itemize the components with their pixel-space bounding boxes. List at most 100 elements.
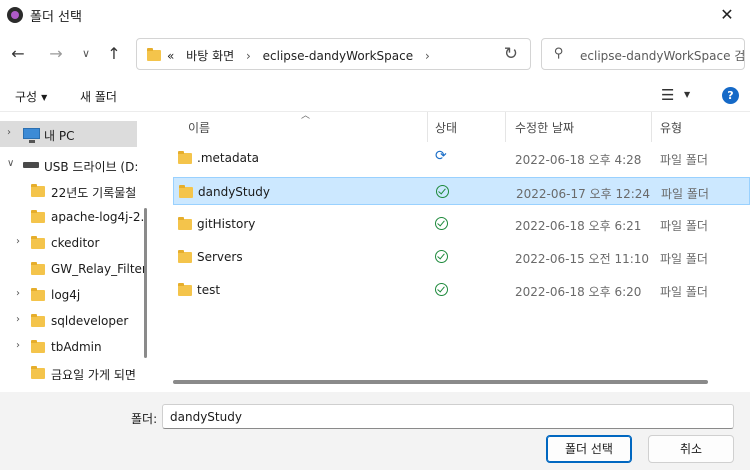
title-bar: 폴더 선택 ✕ (0, 0, 750, 30)
file-name: gitHistory (197, 217, 256, 231)
file-type: 파일 폴더 (660, 153, 708, 167)
organize-menu-button[interactable]: 구성 ▼ (15, 88, 47, 105)
breadcrumb: « 바탕 화면 › eclipse-dandyWorkSpace › (167, 47, 438, 64)
chevron-right-icon[interactable]: › (7, 127, 11, 138)
breadcrumb-separator-icon[interactable]: › (425, 49, 430, 63)
search-placeholder: eclipse-dandyWorkSpace 검... (580, 49, 745, 63)
chevron-right-icon[interactable]: › (16, 340, 20, 351)
file-type: 파일 폴더 (661, 187, 709, 201)
folder-field-label: 폴더: (131, 412, 158, 426)
help-icon[interactable]: ? (722, 87, 739, 104)
file-name: .metadata (197, 151, 259, 165)
forward-arrow-icon[interactable]: → (44, 42, 68, 66)
table-row-selected[interactable]: dandyStudy 2022-06-17 오후 12:24 파일 폴더 (173, 177, 750, 205)
breadcrumb-desktop[interactable]: 바탕 화면 (186, 49, 234, 63)
search-icon: ⚲ (554, 46, 564, 61)
tree-item-label: 22년도 기록물철 (51, 186, 137, 200)
synced-check-icon (435, 283, 448, 296)
caret-down-icon: ▼ (41, 93, 48, 102)
folder-icon (178, 283, 192, 296)
refresh-icon[interactable]: ↻ (504, 44, 518, 64)
chevron-right-icon[interactable]: › (16, 236, 20, 247)
tree-item-label: apache-log4j-2. (51, 210, 145, 224)
sync-status-icon: ⟳ (435, 148, 447, 164)
window-title: 폴더 선택 (30, 10, 82, 25)
caret-down-icon[interactable]: ▼ (684, 90, 690, 99)
file-name: dandyStudy (198, 185, 270, 199)
tree-item-usb-drive[interactable]: ∨ USB 드라이브 (D: (0, 152, 138, 178)
file-list: ︿ 이름 상태 수정한 날짜 유형 .metadata ⟳ 2022-06-18… (160, 111, 750, 392)
file-type: 파일 폴더 (660, 219, 708, 233)
new-folder-button[interactable]: 새 폴더 (80, 88, 117, 105)
file-type: 파일 폴더 (660, 285, 708, 299)
app-icon (7, 7, 23, 23)
column-divider[interactable] (651, 112, 652, 142)
table-row[interactable]: Servers 2022-06-15 오전 11:10 파일 폴더 (173, 243, 750, 271)
navigation-pane: › 내 PC ∨ USB 드라이브 (D: 22년도 기록물철 apache-l… (0, 112, 155, 392)
file-type: 파일 폴더 (660, 252, 708, 266)
tree-item-folder[interactable]: apache-log4j-2. (0, 204, 144, 230)
column-divider[interactable] (505, 112, 506, 142)
table-row[interactable]: .metadata ⟳ 2022-06-18 오후 4:28 파일 폴더 (173, 144, 750, 172)
folder-icon (31, 314, 45, 327)
select-folder-button[interactable]: 폴더 선택 (546, 435, 632, 463)
folder-icon (179, 185, 193, 198)
table-row[interactable]: gitHistory 2022-06-18 오후 6:21 파일 폴더 (173, 210, 750, 238)
vertical-scrollbar[interactable] (144, 208, 147, 358)
up-arrow-icon[interactable]: ↑ (102, 42, 126, 66)
folder-icon (31, 288, 45, 301)
tree-item-folder[interactable]: 22년도 기록물철 (0, 178, 137, 204)
tree-item-label: GW_Relay_Filter (51, 262, 147, 276)
close-button[interactable]: ✕ (704, 0, 750, 30)
tree-item-folder[interactable]: › ckeditor (0, 230, 137, 256)
folder-icon (147, 48, 161, 61)
breadcrumb-workspace[interactable]: eclipse-dandyWorkSpace (263, 49, 413, 63)
tree-item-label: sqldeveloper (51, 314, 129, 328)
folder-icon (31, 340, 45, 353)
tree-item-folder[interactable]: › log4j (0, 282, 137, 308)
folder-name-input[interactable] (162, 404, 734, 429)
column-header-status[interactable]: 상태 (435, 119, 457, 136)
chevron-down-icon[interactable]: ∨ (7, 158, 14, 169)
folder-icon (31, 262, 45, 275)
breadcrumb-overflow[interactable]: « (167, 49, 174, 63)
command-bar: 구성 ▼ 새 폴더 ☰ ▼ ? (0, 80, 750, 112)
file-name: Servers (197, 250, 243, 264)
breadcrumb-separator-icon[interactable]: › (246, 49, 251, 63)
column-divider[interactable] (427, 112, 428, 142)
search-input[interactable]: ⚲ eclipse-dandyWorkSpace 검... (541, 38, 745, 70)
tree-item-label: ckeditor (51, 236, 100, 250)
column-header-modified[interactable]: 수정한 날짜 (515, 119, 574, 136)
folder-icon (31, 210, 45, 223)
folder-icon (178, 151, 192, 164)
file-modified: 2022-06-18 오후 4:28 (515, 153, 642, 167)
chevron-right-icon[interactable]: › (16, 314, 20, 325)
footer-panel: 폴더: 폴더 선택 취소 (0, 392, 750, 470)
file-modified: 2022-06-18 오후 6:20 (515, 285, 642, 299)
tree-item-label: 금요일 가게 되면 (51, 368, 136, 382)
tree-item-folder[interactable]: › tbAdmin (0, 334, 137, 360)
tree-item-label: tbAdmin (51, 340, 102, 354)
recent-locations-chevron-icon[interactable]: ∨ (74, 42, 98, 66)
synced-check-icon (436, 185, 449, 198)
column-header-type[interactable]: 유형 (660, 119, 682, 136)
file-name: test (197, 283, 221, 297)
folder-icon (178, 250, 192, 263)
tree-item-folder[interactable]: GW_Relay_Filter (0, 256, 147, 282)
table-row[interactable]: test 2022-06-18 오후 6:20 파일 폴더 (173, 276, 750, 304)
back-arrow-icon[interactable]: ← (6, 42, 30, 66)
tree-item-this-pc[interactable]: › 내 PC (0, 121, 137, 147)
tree-item-folder[interactable]: › sqldeveloper (0, 308, 137, 334)
column-header-name[interactable]: 이름 (188, 119, 210, 136)
file-modified: 2022-06-18 오후 6:21 (515, 219, 642, 233)
horizontal-scrollbar[interactable] (173, 380, 708, 384)
tree-item-label: log4j (51, 288, 81, 302)
view-list-icon[interactable]: ☰ (661, 86, 674, 104)
tree-item-folder[interactable]: 금요일 가게 되면 (0, 360, 137, 386)
chevron-right-icon[interactable]: › (16, 288, 20, 299)
folder-icon (31, 366, 45, 379)
organize-label: 구성 (15, 90, 38, 104)
tree-item-label: 내 PC (44, 129, 75, 143)
address-bar[interactable]: « 바탕 화면 › eclipse-dandyWorkSpace › ↻ (136, 38, 531, 70)
cancel-button[interactable]: 취소 (648, 435, 734, 463)
